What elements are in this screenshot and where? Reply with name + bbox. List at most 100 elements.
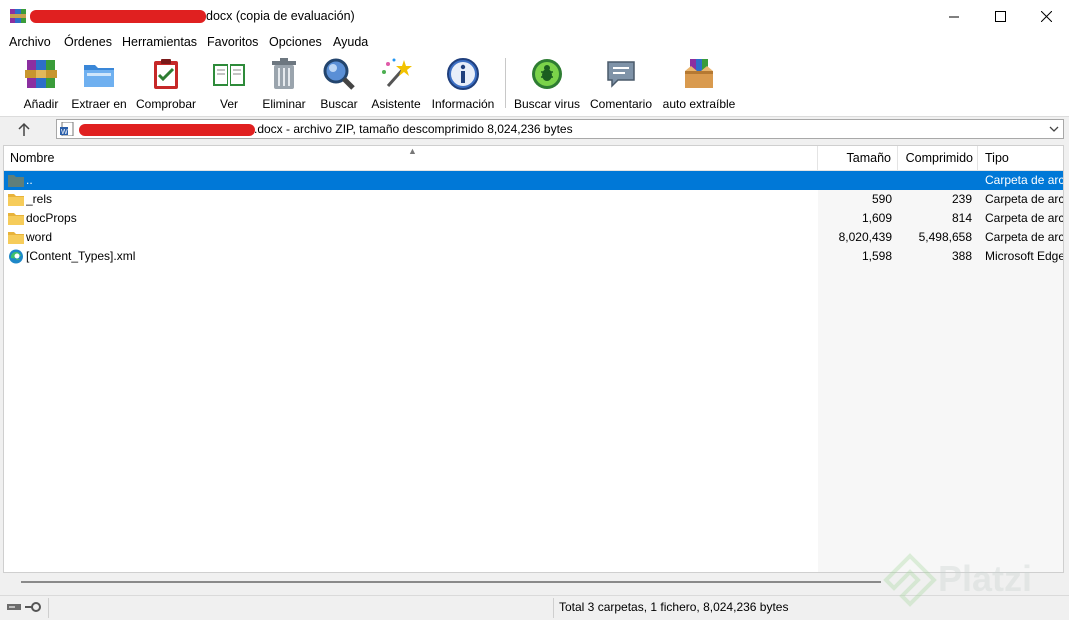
menu-archivo[interactable]: Archivo [9, 35, 51, 49]
view-label: Ver [219, 97, 238, 111]
test-clipboard-icon [154, 59, 178, 89]
menu-opciones[interactable]: Opciones [269, 35, 322, 49]
maximize-button[interactable] [977, 0, 1023, 33]
col-type[interactable]: Tipo [978, 146, 1063, 170]
edge-icon [9, 249, 23, 264]
col-size[interactable]: Tamaño [818, 146, 898, 170]
folder-icon [8, 194, 24, 206]
comment-button[interactable]: Comentario [588, 56, 654, 112]
file-type: Carpeta de arch [985, 192, 1064, 206]
file-row-docprops[interactable]: docProps 1,609 814 Carpeta de arch [4, 209, 1064, 228]
file-size: 590 [871, 192, 892, 206]
sfx-button[interactable]: auto extraíble [662, 56, 736, 112]
file-size: 1,609 [861, 211, 892, 225]
file-name: docProps [26, 211, 77, 225]
archive-info-text: .docx - archivo ZIP, tamaño descomprimid… [254, 122, 573, 136]
status-summary: Total 3 carpetas, 1 fichero, 8,024,236 b… [559, 600, 789, 614]
add-icon [25, 60, 57, 88]
platzi-watermark: Platzi [880, 550, 1060, 612]
virus-scan-button[interactable]: Buscar virus [513, 56, 581, 112]
status-divider [48, 598, 49, 618]
up-arrow-icon[interactable] [8, 120, 40, 139]
svg-text:W: W [61, 129, 68, 136]
address-bar: W .docx - archivo ZIP, tamaño descomprim… [0, 117, 1069, 142]
trash-icon [272, 58, 296, 89]
comment-label: Comentario [589, 97, 653, 111]
delete-label: Eliminar [262, 97, 306, 111]
file-row-word[interactable]: word 8,020,439 5,498,658 Carpeta de arch [4, 228, 1064, 247]
add-label: Añadir [23, 97, 59, 111]
file-size: 8,020,439 [838, 230, 892, 244]
info-label: Información [431, 97, 495, 111]
file-type: Carpeta de arch [985, 211, 1064, 225]
folder-icon [8, 213, 24, 225]
file-packed: 5,498,658 [918, 230, 972, 244]
extract-button[interactable]: Extraer en [70, 56, 128, 112]
toolbar: Añadir Extraer en Comprobar Ver Eliminar… [0, 52, 1069, 117]
file-size: 1,598 [861, 249, 892, 263]
sort-caret-icon: ▲ [408, 146, 417, 156]
file-name: .. [26, 173, 33, 187]
wizard-label: Asistente [371, 97, 421, 111]
minimize-button[interactable] [931, 0, 977, 33]
menu-ayuda[interactable]: Ayuda [333, 35, 368, 49]
virus-icon [532, 59, 562, 89]
book-icon [213, 64, 245, 86]
col-packed[interactable]: Comprimido [898, 146, 978, 170]
window-title: docx (copia de evaluación) [206, 9, 355, 23]
word-doc-icon: W [60, 122, 74, 136]
sfx-box-icon [685, 59, 713, 88]
extract-folder-icon [84, 65, 114, 87]
add-button[interactable]: Añadir [18, 56, 64, 112]
chevron-down-icon[interactable] [1047, 122, 1061, 136]
file-packed [898, 171, 972, 190]
file-row-content-types[interactable]: [Content_Types].xml 1,598 388 Microsoft … [4, 247, 1064, 266]
winrar-icon[interactable] [10, 8, 26, 24]
title-bar: docx (copia de evaluación) [0, 0, 1069, 33]
path-redaction [79, 124, 255, 136]
toolbar-separator [505, 58, 506, 108]
file-row-rels[interactable]: _rels 590 239 Carpeta de arch [4, 190, 1064, 209]
delete-button[interactable]: Eliminar [260, 56, 308, 112]
file-packed: 388 [951, 249, 972, 263]
test-label: Comprobar [135, 97, 197, 111]
file-size [818, 171, 892, 190]
menu-herramientas[interactable]: Herramientas [122, 35, 197, 49]
close-button[interactable] [1023, 0, 1069, 33]
minimize-icon [948, 16, 959, 18]
file-type: Carpeta de arch [985, 173, 1064, 187]
comment-icon [607, 61, 635, 88]
file-list: Nombre ▲ Tamaño Comprimido Tipo .. Carpe… [3, 145, 1064, 573]
wizard-wand-icon [382, 58, 412, 87]
file-packed: 239 [951, 192, 972, 206]
test-button[interactable]: Comprobar [133, 56, 199, 112]
find-label: Buscar [320, 97, 358, 111]
view-button[interactable]: Ver [206, 56, 252, 112]
drive-key-icon[interactable] [6, 600, 44, 614]
find-button[interactable]: Buscar [316, 56, 362, 112]
file-type: Microsoft Edge [985, 249, 1064, 263]
menu-favoritos[interactable]: Favoritos [207, 35, 258, 49]
maximize-icon [994, 11, 1006, 22]
folder-up-icon [8, 175, 24, 187]
file-name: _rels [26, 192, 53, 206]
sfx-label: auto extraíble [662, 97, 736, 111]
close-icon [1040, 11, 1052, 22]
title-redaction [30, 10, 206, 23]
info-icon [447, 58, 479, 90]
folder-icon [8, 232, 24, 244]
menu-bar: Archivo Órdenes Herramientas Favoritos O… [0, 33, 1069, 52]
info-button[interactable]: Información [429, 56, 497, 112]
scrollbar-thumb[interactable] [21, 581, 881, 583]
watermark-text: Platzi [938, 558, 1033, 599]
wizard-button[interactable]: Asistente [369, 56, 423, 112]
menu-ordenes[interactable]: Órdenes [64, 35, 112, 49]
platzi-logo-icon [883, 553, 937, 607]
parent-folder-row[interactable]: .. Carpeta de arch [4, 171, 1064, 190]
archive-path-field[interactable]: W .docx - archivo ZIP, tamaño descomprim… [56, 119, 1064, 139]
column-header: Nombre ▲ Tamaño Comprimido Tipo [4, 146, 1063, 171]
file-packed: 814 [951, 211, 972, 225]
virus-scan-label: Buscar virus [513, 97, 581, 111]
file-type: Carpeta de arch [985, 230, 1064, 244]
extract-label: Extraer en [71, 97, 127, 111]
